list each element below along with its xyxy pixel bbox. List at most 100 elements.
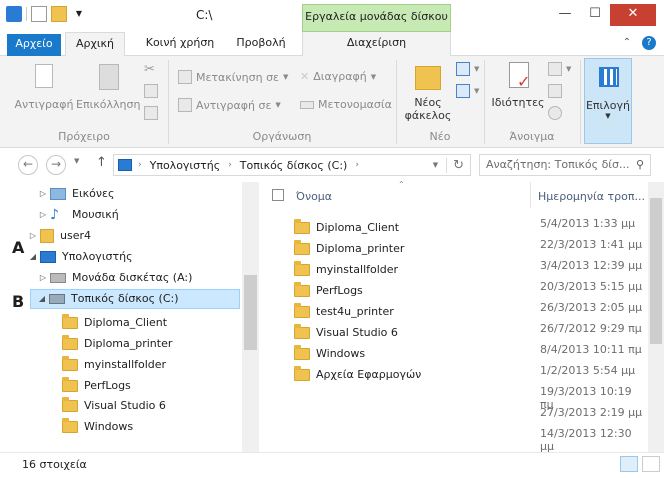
item-date: 20/3/2013 5:15 μμ	[540, 280, 643, 293]
select-button[interactable]: Επιλογή ▼	[584, 58, 632, 144]
tab-manage[interactable]: Διαχείριση	[302, 32, 451, 56]
group-label-open: Άνοιγμα	[509, 130, 555, 143]
new-folder-button[interactable]: Νέος φάκελος	[400, 60, 456, 122]
file-list: Diploma_Client 5/4/2013 1:33 μμ Diploma_…	[262, 212, 648, 452]
list-item[interactable]: Diploma_Client	[294, 217, 399, 238]
list-item[interactable]: test4u_printer	[294, 301, 394, 322]
scissors-icon: ✂	[144, 62, 155, 77]
nav-item-music[interactable]: ▷ ♪ Μουσική	[38, 205, 119, 225]
tab-home[interactable]: Αρχική	[65, 32, 125, 57]
details-view-icon[interactable]	[620, 456, 638, 472]
new-folder-label-2: φάκελος	[404, 109, 452, 122]
list-item[interactable]: Windows	[294, 343, 365, 364]
delete-icon: ✕	[300, 70, 310, 83]
easy-access-icon	[456, 84, 470, 98]
search-icon: ⚲	[635, 158, 644, 171]
nav-label: Windows	[84, 420, 134, 433]
nav-item-floppy[interactable]: ▷ Μονάδα δισκέτας (A:)	[38, 268, 192, 288]
edit-icon	[548, 84, 562, 98]
item-date: 26/3/2013 2:05 μμ	[540, 301, 643, 314]
nav-folder-item[interactable]: myinstallfolder	[62, 355, 166, 375]
item-date: 26/7/2012 9:29 πμ	[540, 322, 642, 335]
list-item[interactable]: Visual Studio 6	[294, 322, 398, 343]
move-to-label: Μετακίνηση σε	[196, 70, 279, 84]
nav-item-user[interactable]: ▷ user4	[28, 226, 91, 246]
nav-item-local-disk[interactable]: ◢ Τοπικός δίσκος (C:)	[30, 289, 240, 309]
item-date: 1/2/2013 5:54 μμ	[540, 364, 636, 377]
back-button[interactable]: ←	[18, 155, 38, 175]
cut-button[interactable]: ✂	[144, 62, 155, 77]
search-input[interactable]: Αναζήτηση: Τοπικός δίσ... ⚲	[479, 154, 651, 176]
nav-scrollbar-thumb[interactable]	[244, 275, 257, 350]
computer-icon	[40, 251, 56, 263]
explorer-icon[interactable]	[6, 6, 22, 22]
chevron-up-icon[interactable]: ⌃	[620, 36, 634, 50]
copy-button[interactable]: Αντιγραφή	[14, 62, 74, 111]
properties-icon[interactable]	[31, 6, 47, 22]
recent-locations-button[interactable]: ▼	[74, 157, 79, 165]
item-name: Visual Studio 6	[316, 326, 398, 339]
nav-item-computer[interactable]: ◢ Υπολογιστής	[28, 247, 133, 267]
nav-folder-item[interactable]: Windows	[62, 417, 133, 437]
column-header-name[interactable]: Όνομα	[296, 190, 332, 203]
copy-path-button[interactable]	[144, 84, 158, 98]
paste-shortcut-icon	[144, 106, 158, 120]
tab-file[interactable]: Αρχείο	[7, 34, 61, 56]
nav-item-pictures[interactable]: ▷ Εικόνες	[38, 184, 114, 204]
nav-folder-item[interactable]: PerfLogs	[62, 376, 131, 396]
minimize-button[interactable]: —	[550, 4, 580, 26]
nav-folder-item[interactable]: Diploma_Client	[62, 313, 167, 333]
breadcrumb-local-disk[interactable]: Τοπικός δίσκος (C:)	[240, 159, 348, 172]
item-date: 22/3/2013 1:41 μμ	[540, 238, 643, 251]
item-name: Windows	[316, 347, 366, 360]
folder-icon	[62, 335, 78, 350]
list-item[interactable]: myinstallfolder	[294, 259, 398, 280]
new-item-button[interactable]: ▼	[456, 62, 479, 76]
move-to-button[interactable]: Μετακίνηση σε ▼	[178, 70, 288, 84]
edit-button[interactable]	[548, 84, 562, 98]
nav-folder-item[interactable]: Diploma_printer	[62, 334, 172, 354]
column-header-date[interactable]: Ημερομηνία τροπ...	[538, 190, 645, 203]
chevron-down-icon[interactable]: ▼	[71, 6, 87, 22]
close-button[interactable]: ✕	[610, 4, 656, 26]
folder-icon	[62, 418, 78, 433]
up-button[interactable]: ↑	[96, 155, 107, 170]
rename-button[interactable]: Μετονομασία	[300, 98, 392, 111]
list-scrollbar-thumb[interactable]	[650, 198, 662, 344]
open-button[interactable]: ▼	[548, 62, 571, 76]
help-icon[interactable]: ?	[642, 36, 656, 50]
new-folder-icon[interactable]	[51, 6, 67, 22]
list-item[interactable]: PerfLogs	[294, 280, 363, 301]
group-label-organize: Οργάνωση	[252, 130, 312, 143]
copy-to-button[interactable]: Αντιγραφή σε ▼	[178, 98, 281, 112]
nav-folder-item[interactable]: Visual Studio 6	[62, 396, 166, 416]
refresh-icon[interactable]: ↻	[446, 157, 464, 173]
forward-button[interactable]: →	[46, 155, 66, 175]
folder-icon	[62, 356, 78, 371]
nav-label: Diploma_printer	[84, 337, 173, 350]
paste-shortcut-button[interactable]	[144, 106, 158, 120]
maximize-button[interactable]: ☐	[580, 4, 610, 26]
paste-button[interactable]: Επικόλληση	[76, 62, 140, 111]
breadcrumb-computer[interactable]: Υπολογιστής	[150, 159, 221, 172]
navigation-pane: ▷ Εικόνες ▷ ♪ Μουσική ▷ user4 ◢ Υπολογιστής ▷…	[0, 182, 258, 452]
tab-share[interactable]: Κοινή χρήση	[136, 32, 224, 56]
open-icon	[548, 62, 562, 76]
properties-button[interactable]: ✓ Ιδιότητες	[488, 60, 548, 109]
list-item[interactable]: Αρχεία Εφαρμογών	[294, 364, 421, 385]
context-tab-header: Εργαλεία μονάδας δίσκου	[302, 4, 451, 32]
history-button[interactable]	[548, 106, 562, 120]
easy-access-button[interactable]: ▼	[456, 84, 479, 98]
large-icons-view-icon[interactable]	[642, 456, 660, 472]
delete-button[interactable]: ✕ Διαγραφή ▼	[300, 70, 376, 83]
select-all-checkbox[interactable]	[272, 189, 284, 201]
address-dropdown-icon[interactable]: ▼	[433, 161, 438, 169]
item-name: test4u_printer	[316, 305, 394, 318]
list-item[interactable]: Diploma_printer	[294, 238, 404, 259]
folder-icon	[294, 239, 310, 255]
tab-view[interactable]: Προβολή	[228, 32, 294, 56]
window-title: C:\	[196, 8, 213, 22]
item-date: 8/4/2013 10:11 πμ	[540, 343, 642, 356]
address-bar[interactable]: › Υπολογιστής › Τοπικός δίσκος (C:) › ▼ …	[113, 154, 471, 176]
copy-path-icon	[144, 84, 158, 98]
